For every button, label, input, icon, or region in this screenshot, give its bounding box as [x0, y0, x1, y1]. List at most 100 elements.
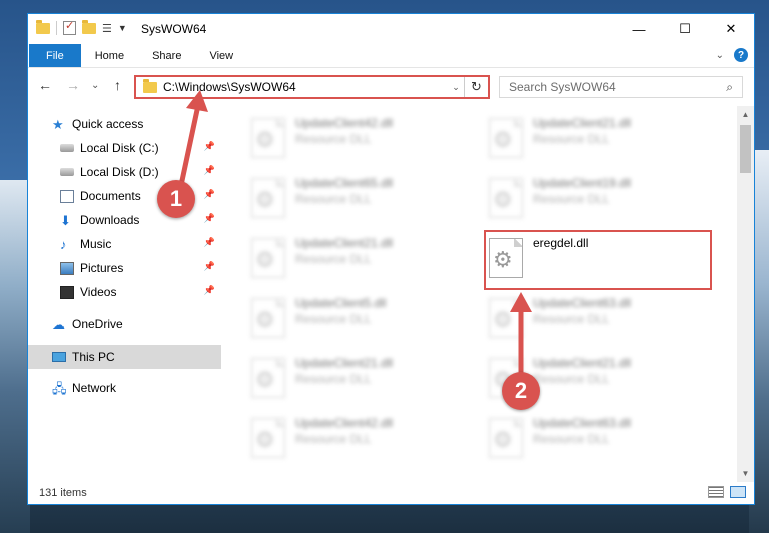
dll-file-icon [251, 238, 285, 278]
refresh-button[interactable]: ↻ [464, 77, 488, 97]
scroll-down-icon[interactable]: ▼ [737, 465, 754, 482]
dll-file-icon [489, 178, 523, 218]
file-item[interactable]: UpdateClient42.dll Resource DLL [247, 412, 477, 468]
folder-icon [36, 19, 50, 34]
tab-home[interactable]: Home [81, 44, 138, 67]
sidebar-item-videos[interactable]: Videos 📌 [28, 280, 221, 304]
file-name: UpdateClient63.dll [533, 416, 632, 430]
pin-icon: 📌 [203, 189, 215, 199]
dll-file-icon [251, 298, 285, 338]
file-type: Resource DLL [295, 432, 372, 446]
pin-icon: 📌 [203, 237, 215, 247]
music-icon: ♪ [60, 236, 67, 252]
file-name: UpdateClient21.dll [295, 356, 394, 370]
toolbar-divider [56, 21, 57, 35]
close-button[interactable]: ✕ [708, 14, 754, 44]
scroll-up-icon[interactable]: ▲ [737, 106, 754, 123]
tab-file[interactable]: File [29, 44, 81, 67]
sidebar-item-music[interactable]: ♪ Music 📌 [28, 232, 221, 256]
dll-file-icon [251, 178, 285, 218]
file-name: UpdateClient21.dll [533, 116, 632, 130]
sidebar-item-label: Documents [80, 189, 141, 203]
vertical-scrollbar[interactable]: ▲ ▼ [737, 106, 754, 482]
address-bar[interactable]: C:\Windows\SysWOW64 ⌄ ↻ [134, 75, 490, 99]
documents-icon [60, 189, 74, 203]
help-icon[interactable]: ? [734, 48, 748, 62]
file-highlight-box [484, 230, 712, 290]
forward-button[interactable]: → [66, 77, 80, 93]
file-type: Resource DLL [533, 312, 610, 326]
file-item[interactable]: UpdateClient65.dll Resource DLL [247, 172, 477, 228]
sidebar-item-label: Music [80, 237, 112, 251]
tab-view[interactable]: View [195, 44, 247, 67]
file-type: Resource DLL [295, 312, 372, 326]
explorer-window: ☰ ▼ SysWOW64 — ☐ ✕ File Home Share View … [27, 13, 755, 505]
up-button[interactable]: ↑ [114, 77, 121, 93]
details-view-icon[interactable] [708, 486, 724, 498]
customize-toolbar-icon[interactable]: ☰ [102, 22, 112, 35]
ribbon-tabs: File Home Share View ⌄ ? [28, 44, 754, 68]
sidebar-item-onedrive[interactable]: ☁ OneDrive [28, 312, 221, 336]
sidebar-item-network[interactable]: 🖧 Network [28, 376, 221, 400]
file-type: Resource DLL [295, 192, 372, 206]
large-icons-view-icon[interactable] [730, 486, 746, 498]
dll-file-icon [489, 418, 523, 458]
search-box[interactable]: Search SysWOW64 ⌕ [499, 76, 743, 98]
search-input[interactable]: Search SysWOW64 [509, 80, 726, 94]
sidebar-item-this-pc[interactable]: This PC [28, 345, 221, 369]
file-name: UpdateClient21.dll [533, 356, 632, 370]
sidebar-item-local-disk-c[interactable]: Local Disk (C:) 📌 [28, 136, 221, 160]
recent-locations-icon[interactable]: ⌄ [91, 80, 99, 91]
downloads-icon: ⬇ [60, 212, 71, 228]
file-item[interactable]: UpdateClient5.dll Resource DLL [247, 292, 477, 348]
file-item[interactable]: UpdateClient42.dll Resource DLL [247, 112, 477, 168]
window-title: SysWOW64 [141, 22, 207, 36]
sidebar-item-quick-access[interactable]: ★ Quick access [28, 112, 221, 136]
sidebar-item-pictures[interactable]: Pictures 📌 [28, 256, 221, 280]
address-path[interactable]: C:\Windows\SysWOW64 [163, 80, 448, 94]
desktop-background-left [0, 180, 30, 533]
search-icon[interactable]: ⌕ [726, 80, 733, 95]
new-folder-icon[interactable] [82, 19, 96, 34]
file-item[interactable]: UpdateClient21.dll Resource DLL [247, 232, 477, 288]
pictures-icon [60, 261, 74, 275]
file-item[interactable]: UpdateClient21.dll Resource DLL [485, 112, 715, 168]
sidebar-item-downloads[interactable]: ⬇ Downloads 📌 [28, 208, 221, 232]
minimize-button[interactable]: — [616, 14, 662, 44]
toolbar-dropdown-icon[interactable]: ▼ [118, 23, 127, 33]
file-type: Resource DLL [533, 192, 610, 206]
maximize-button[interactable]: ☐ [662, 14, 708, 44]
star-icon: ★ [52, 116, 64, 132]
pin-icon: 📌 [203, 213, 215, 223]
dll-file-icon [489, 118, 523, 158]
sidebar-item-label: This PC [72, 350, 115, 364]
sidebar-item-label: OneDrive [72, 317, 123, 331]
file-item[interactable]: UpdateClient21.dll Resource DLL [247, 352, 477, 408]
address-folder-icon [143, 78, 157, 93]
sidebar-item-label: Network [72, 381, 117, 395]
back-button[interactable]: ← [38, 77, 52, 93]
pin-icon: 📌 [203, 165, 215, 175]
title-bar: ☰ ▼ SysWOW64 — ☐ ✕ [28, 14, 754, 44]
tab-share[interactable]: Share [138, 44, 195, 67]
onedrive-icon: ☁ [52, 316, 65, 332]
item-count: 131 items [39, 487, 87, 499]
file-name: UpdateClient19.dll [533, 176, 632, 190]
address-dropdown-icon[interactable]: ⌄ [448, 82, 464, 93]
dll-file-icon [251, 358, 285, 398]
scroll-thumb[interactable] [740, 125, 751, 173]
pin-icon: 📌 [203, 141, 215, 151]
step-badge-1: 1 [157, 180, 195, 218]
pin-icon: 📌 [203, 261, 215, 271]
file-item[interactable]: UpdateClient63.dll Resource DLL [485, 412, 715, 468]
file-type: Resource DLL [533, 132, 610, 146]
file-item[interactable]: UpdateClient19.dll Resource DLL [485, 172, 715, 228]
file-type: Resource DLL [533, 372, 610, 386]
sidebar-item-local-disk-d[interactable]: Local Disk (D:) 📌 [28, 160, 221, 184]
expand-ribbon-icon[interactable]: ⌄ [716, 50, 724, 61]
file-type: Resource DLL [295, 372, 372, 386]
properties-icon[interactable] [63, 19, 76, 35]
file-item[interactable]: UpdateClient63.dll Resource DLL [485, 292, 715, 348]
step-badge-2: 2 [502, 372, 540, 410]
drive-icon [60, 144, 74, 152]
